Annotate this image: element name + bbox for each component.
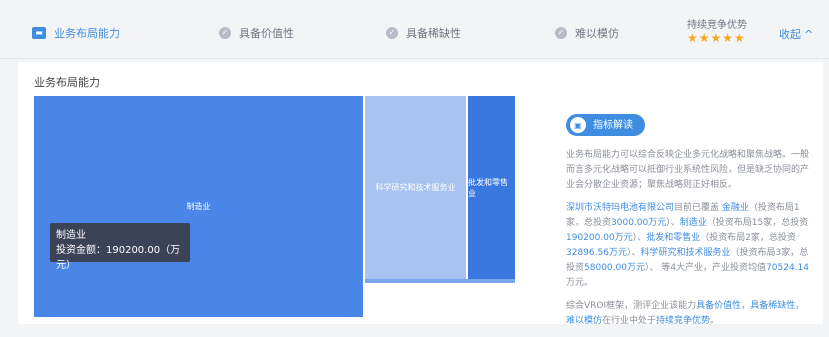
- industry-treemap: 制造业 科学研究和技术服务业 批发和零售业 制造业 投资金额：190200.00…: [34, 96, 515, 317]
- panel-title: 业务布局能力: [34, 76, 100, 89]
- badge-label: 指标解读: [593, 119, 633, 131]
- tooltip-value: 投资金额：190200.00（万元）: [56, 245, 181, 271]
- ability-link[interactable]: 持续竞争优势: [656, 316, 710, 326]
- ability-link[interactable]: 难以模仿: [566, 316, 602, 326]
- industry-link[interactable]: 科学研究和技术服务业: [640, 248, 730, 258]
- treemap-tooltip: 制造业 投资金额：190200.00（万元）: [50, 223, 190, 271]
- interpretation-intro: 业务布局能力可以综合反映企业多元化战略和聚焦战略。一般而言多元化战略可以抵御行业…: [566, 150, 810, 190]
- chart-icon: ▬: [32, 27, 46, 39]
- tab-scarcity[interactable]: ✓ 具备稀缺性: [386, 24, 461, 42]
- check-circle-icon: ✓: [386, 27, 398, 39]
- tab-inimitable[interactable]: ✓ 难以模仿: [555, 24, 619, 42]
- tab-label: 具备价值性: [239, 27, 294, 40]
- book-icon: ▣: [570, 117, 586, 133]
- tab-label: 具备稀缺性: [406, 27, 461, 40]
- chevron-up-icon: ^: [804, 28, 814, 41]
- treemap-label: 批发和零售业: [468, 177, 508, 198]
- ability-link[interactable]: 具备稀缺性: [750, 301, 795, 311]
- indicator-interpretation: ▣ 指标解读 业务布局能力可以综合反映企业多元化战略和聚焦战略。一般而言多元化战…: [566, 114, 811, 337]
- treemap-cell-wholesale[interactable]: 批发和零售业: [468, 96, 515, 279]
- industry-link[interactable]: 制造业: [680, 218, 707, 228]
- interpretation-badge: ▣ 指标解读: [566, 114, 645, 136]
- treemap-label: 科学研究和技术服务业: [375, 183, 456, 192]
- treemap-cell-science[interactable]: 科学研究和技术服务业: [365, 96, 468, 279]
- tab-business-layout[interactable]: ▬ 业务布局能力: [32, 24, 120, 42]
- check-circle-icon: ✓: [219, 27, 231, 39]
- tab-label: 业务布局能力: [54, 27, 120, 40]
- collapse-label: 收起: [779, 28, 801, 41]
- industry-link[interactable]: 金融业: [722, 203, 749, 213]
- ability-link[interactable]: 具备价值性: [696, 301, 741, 311]
- interpretation-summary: 综合VROI框架，测评企业该能力具备价值性，具备稀缺性，难以模仿在行业中处于持续…: [566, 301, 805, 326]
- check-circle-icon: ✓: [555, 27, 567, 39]
- tab-value[interactable]: ✓ 具备价值性: [219, 24, 294, 42]
- company-link[interactable]: 深圳市沃特玛电池有限公司: [566, 203, 674, 213]
- treemap-whitespace: [365, 283, 515, 317]
- tooltip-title: 制造业: [56, 230, 86, 241]
- ability-tab-bar: ▬ 业务布局能力 ✓ 具备价值性 ✓ 具备稀缺性 ✓ 难以模仿 持续竞争优势 ★…: [0, 0, 829, 59]
- sustained-advantage: 持续竞争优势 ★★★★★: [687, 20, 747, 45]
- tab-label: 难以模仿: [575, 27, 619, 40]
- treemap-label: 制造业: [186, 202, 211, 211]
- treemap-cell-manufacturing[interactable]: 制造业: [34, 96, 365, 317]
- collapse-button[interactable]: 收起 ^: [779, 26, 813, 42]
- interpretation-detail: 深圳市沃特玛电池有限公司目前已覆盖 金融业（投资布局1家，总投资3000.00万…: [566, 203, 810, 288]
- industry-link[interactable]: 批发和零售业: [646, 233, 700, 243]
- business-layout-panel: 业务布局能力 制造业 科学研究和技术服务业 批发和零售业 制造业 投资金额：19…: [18, 62, 823, 326]
- star-rating: ★★★★★: [687, 31, 746, 45]
